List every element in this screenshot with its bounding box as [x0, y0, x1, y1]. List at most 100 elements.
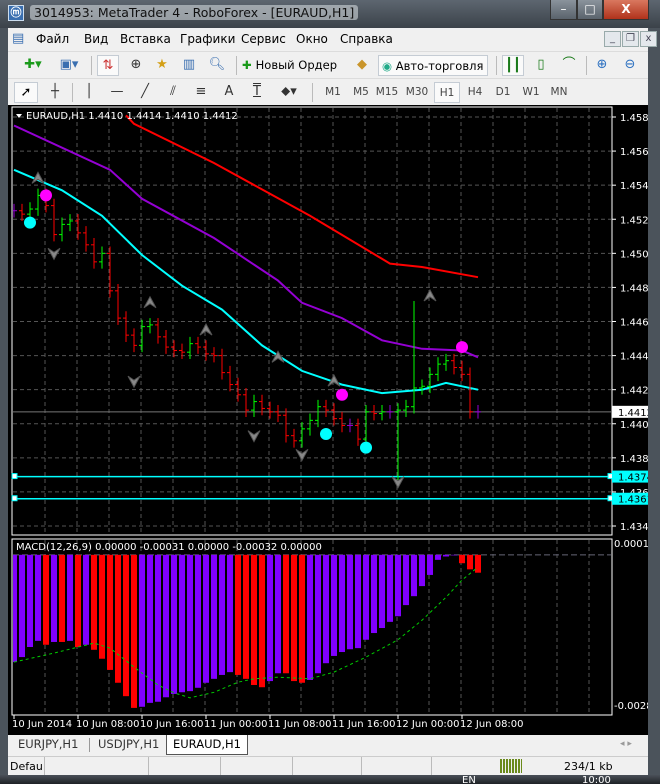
macd-histogram-bar — [363, 554, 369, 640]
ohlc-bar — [99, 246, 105, 269]
tab-euraud[interactable]: EURAUD,H1 — [166, 735, 248, 755]
timeframe-m5[interactable]: M5 — [348, 82, 374, 103]
metaeditor-icon[interactable]: ◆ — [352, 55, 372, 76]
zoom-out-icon[interactable]: ⊖ — [619, 55, 641, 76]
macd-histogram-bar — [51, 554, 57, 642]
macd-histogram-bar — [411, 554, 417, 597]
macd-histogram-bar — [67, 554, 73, 641]
chart-area[interactable]: 1.4585 1.4565 1.4545 1.4525 1.4505 1.4485 1.44… — [8, 105, 648, 735]
timeframe-m1[interactable]: M1 — [320, 82, 346, 103]
maximize-button[interactable]: □ — [577, 0, 603, 20]
menu-charts[interactable]: Графики — [180, 32, 235, 46]
macd-histogram-bar — [347, 554, 353, 650]
language-indicator[interactable]: EN — [462, 775, 476, 784]
cursor-icon[interactable]: ➚ — [14, 82, 38, 103]
chart-window-icon: ▤ — [12, 31, 25, 46]
menu-help[interactable]: Справка — [340, 32, 393, 46]
horizontal-line-icon[interactable]: — — [106, 82, 128, 103]
status-bar: Defau 234/1 kb — [8, 756, 648, 775]
ohlc-bar — [419, 379, 425, 395]
ohlc-bar — [131, 328, 137, 353]
ohlc-bar — [19, 203, 25, 221]
autotrading-label: Авто-торговля — [395, 59, 484, 73]
macd-histogram-bar — [387, 554, 393, 622]
price-chart-svg[interactable]: 1.4585 1.4565 1.4545 1.4525 1.4505 1.4485 1.44… — [8, 105, 648, 735]
trendline-icon[interactable]: ╱ — [134, 82, 156, 103]
clock: 10:00 — [582, 775, 611, 784]
candlestick-icon[interactable]: ▯ — [530, 55, 552, 76]
price-label: 1.4565 — [620, 147, 648, 158]
status-traffic: 234/1 kb — [564, 760, 613, 773]
ohlc-bar — [195, 336, 201, 354]
text-label-icon[interactable]: T — [246, 82, 268, 103]
strategy-tester-icon[interactable]: 🔍︎ — [206, 55, 228, 76]
price-label: 1.4405 — [620, 420, 648, 431]
time-label: 12 Jun 08:00 — [460, 719, 524, 730]
bar-chart-icon[interactable]: ┃┃ — [502, 55, 524, 76]
profiles-icon[interactable]: ▣▾ — [54, 55, 84, 76]
fibonacci-icon[interactable]: ≡ — [190, 82, 212, 103]
macd-histogram-bar — [195, 554, 201, 688]
timeframe-h1[interactable]: H1 — [434, 82, 460, 103]
crosshair-navigator-icon[interactable]: ⊕ — [125, 55, 147, 76]
tab-scroll-arrows[interactable]: ◂ ▸ — [620, 739, 632, 749]
timeframe-w1[interactable]: W1 — [518, 82, 544, 103]
timeframe-h4[interactable]: H4 — [462, 82, 488, 103]
tab-eurjpy[interactable]: EURJPY,H1 — [12, 735, 84, 755]
terminal-icon[interactable]: ▥ — [178, 55, 200, 76]
timeframe-mn[interactable]: MN — [546, 82, 572, 103]
signal-dot-magenta — [40, 189, 52, 202]
ohlc-bar — [411, 301, 417, 414]
mdi-restore-button[interactable]: ❐ — [622, 31, 639, 47]
ohlc-bar — [251, 394, 257, 417]
line-chart-icon[interactable]: ⌒ — [558, 55, 580, 76]
arrows-icon[interactable]: ⬥▾ — [274, 82, 304, 103]
macd-histogram-bar — [291, 554, 297, 682]
menu-file[interactable]: Файл — [36, 32, 69, 46]
new-chart-icon[interactable]: ✚▾ — [18, 55, 48, 76]
autotrading-button[interactable]: ◉ Авто-торговля — [378, 55, 488, 76]
macd-histogram-bar — [371, 554, 377, 634]
minimize-button[interactable]: – — [550, 0, 577, 20]
equidistant-channel-icon[interactable]: ⫽ — [162, 82, 184, 103]
menu-insert[interactable]: Вставка — [120, 32, 171, 46]
macd-histogram-bar — [403, 554, 409, 606]
macd-histogram-bar — [171, 554, 177, 694]
timeframe-m30[interactable]: M30 — [404, 82, 430, 103]
timeframe-m15[interactable]: M15 — [374, 82, 400, 103]
ohlc-bar — [299, 422, 305, 448]
macd-histogram-bar — [91, 554, 97, 650]
window-title: 3014953: MetaTrader 4 - RoboForex - [EUR… — [30, 5, 359, 20]
close-button[interactable]: X — [603, 0, 649, 20]
macd-histogram-bar — [467, 554, 473, 570]
menu-window[interactable]: Окно — [296, 32, 328, 46]
price-label: 1.4445 — [620, 352, 648, 363]
vertical-line-icon[interactable]: │ — [78, 82, 100, 103]
text-tool-icon[interactable]: A — [218, 82, 240, 103]
fractal-down-arrow-icon — [127, 375, 141, 389]
ohlc-bar — [371, 405, 377, 421]
ohlc-bar — [379, 405, 385, 421]
macd-histogram-bar — [19, 554, 25, 658]
zoom-in-icon[interactable]: ⊕ — [591, 55, 613, 76]
menu-tools[interactable]: Сервис — [241, 32, 286, 46]
favorites-folder-icon[interactable]: ★ — [151, 55, 173, 76]
ohlc-bar — [123, 311, 129, 342]
ohlc-bar — [139, 319, 145, 353]
price-label: 1.4425 — [620, 386, 648, 397]
mdi-close-button[interactable]: x — [640, 31, 657, 47]
menu-view[interactable]: Вид — [84, 32, 108, 46]
new-order-button[interactable]: ✚ Новый Ордер — [242, 55, 346, 76]
macd-histogram-bar — [451, 554, 457, 556]
time-label: 11 Jun 16:00 — [332, 719, 396, 730]
ohlc-bar — [315, 399, 321, 428]
macd-histogram-bar — [123, 554, 129, 697]
market-watch-icon[interactable]: ⇅ — [97, 55, 119, 76]
price-label: 1.4505 — [620, 249, 648, 260]
tab-usdjpy[interactable]: USDJPY,H1 — [92, 735, 165, 755]
timeframe-d1[interactable]: D1 — [490, 82, 516, 103]
mdi-minimize-button[interactable]: _ — [604, 31, 621, 47]
hline-handle — [11, 473, 18, 480]
macd-histogram-bar — [243, 554, 249, 679]
crosshair-icon[interactable]: ┼ — [44, 82, 66, 103]
